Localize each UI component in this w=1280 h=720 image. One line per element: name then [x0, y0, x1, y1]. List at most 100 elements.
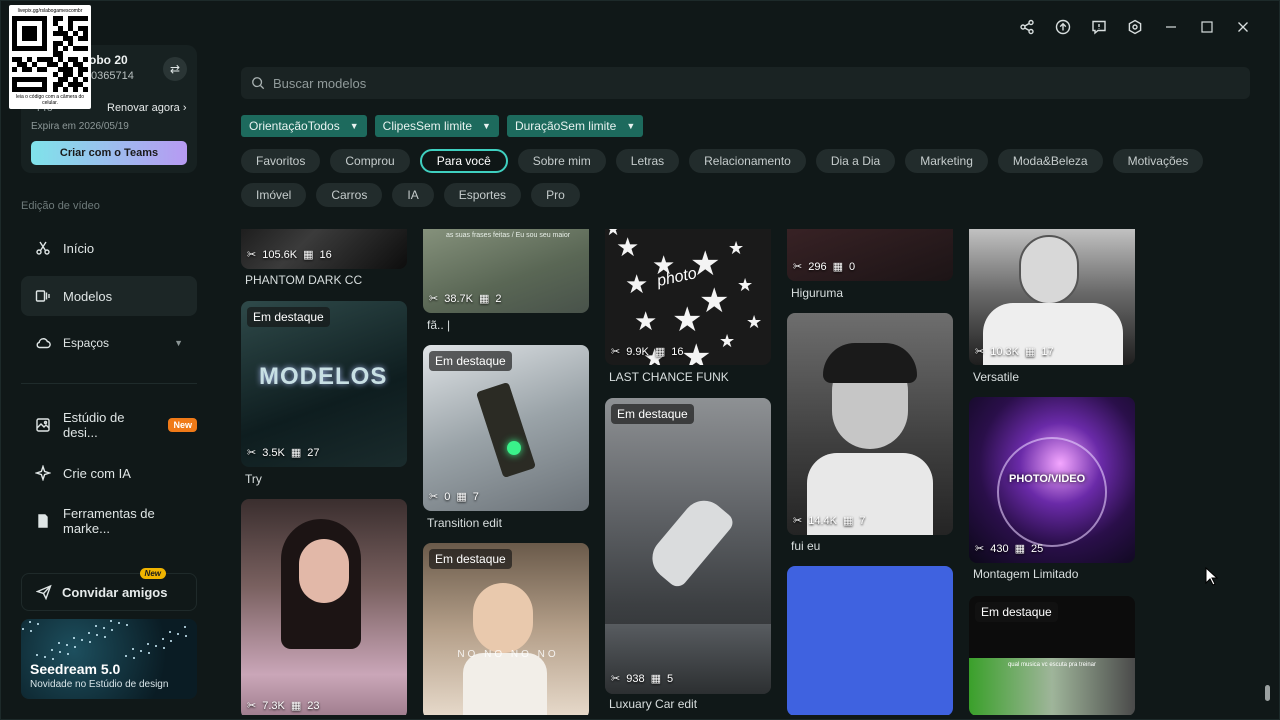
template-thumbnail[interactable]: Em destaque — [605, 398, 771, 694]
template-title: fã.. | — [427, 318, 451, 332]
renew-label: Renovar agora — [107, 102, 180, 114]
template-title: Luxuary Car edit — [609, 697, 698, 711]
clips-icon: ▦ — [290, 700, 302, 712]
category-chip[interactable]: Favoritos — [241, 149, 321, 173]
template-thumbnail[interactable] — [787, 566, 953, 715]
orientation-filter[interactable]: OrientaçãoTodos ▼ — [241, 115, 367, 137]
category-chip[interactable]: Carros — [316, 183, 383, 207]
search-input[interactable] — [273, 75, 1173, 91]
cloud-icon — [36, 338, 51, 349]
create-with-teams-button[interactable]: Criar com o Teams — [31, 141, 187, 165]
featured-badge: Em destaque — [975, 602, 1058, 622]
scrollbar-thumb[interactable] — [1265, 685, 1270, 701]
mouse-cursor-icon — [1205, 567, 1219, 586]
settings-icon[interactable] — [1117, 15, 1153, 39]
thumbnail-overlay-text: PHOTO/VIDEO — [1009, 473, 1086, 485]
thumbnail-overlay-text: NO NO NO NO — [457, 649, 559, 660]
category-chip[interactable]: Moda&Beleza — [997, 149, 1103, 173]
share-icon[interactable] — [1009, 15, 1045, 39]
feedback-icon[interactable] — [1081, 15, 1117, 39]
chevron-down-icon[interactable]: ▼ — [174, 338, 183, 348]
category-chip[interactable]: Esportes — [443, 183, 522, 207]
template-title: Transition edit — [427, 516, 502, 530]
seedream-promo-banner[interactable]: Seedream 5.0 Novidade no Estúdio de desi… — [21, 619, 197, 699]
template-thumbnail[interactable] — [787, 313, 953, 535]
template-thumbnail[interactable]: NO NO NO NO Em destaque — [423, 543, 589, 715]
sidebar-item-home[interactable]: Início — [21, 228, 197, 268]
clips-icon: ▦ — [654, 346, 666, 358]
renew-link[interactable]: Renovar agora › — [107, 102, 187, 114]
template-thumbnail[interactable]: qual musica vc escuta pra treinar Em des… — [969, 596, 1135, 715]
thumbnail-overlay-text: qual musica vc escuta pra treinar — [1007, 662, 1097, 668]
qr-code-icon — [12, 16, 88, 92]
template-stats: ✂ 38.7K ▦ 2 — [429, 292, 502, 306]
qr-caption: leia o código com a câmera do celular. — [15, 94, 85, 106]
switch-account-icon[interactable]: ⇄ — [163, 57, 187, 81]
category-chip[interactable]: IA — [392, 183, 434, 207]
featured-badge: Em destaque — [611, 404, 694, 424]
duration-filter[interactable]: DuraçãoSem limite ▼ — [506, 115, 644, 137]
template-stats: ✂ 9.9K ▦ 16 — [611, 345, 684, 359]
minimize-icon[interactable] — [1153, 15, 1189, 39]
close-icon[interactable] — [1225, 15, 1261, 39]
clips-icon: ▦ — [478, 293, 490, 305]
template-title: fui eu — [791, 539, 821, 553]
sidebar-item-label: Início — [63, 240, 95, 256]
template-thumbnail[interactable]: Em destaque — [423, 345, 589, 511]
new-badge: New — [139, 568, 166, 579]
search-bar[interactable] — [241, 67, 1250, 99]
sidebar-item-templates[interactable]: Modelos — [21, 276, 197, 316]
filter-label: OrientaçãoTodos — [249, 119, 340, 133]
template-thumbnail[interactable]: PHOTO/VIDEO — [969, 397, 1135, 563]
uses-icon: ✂ — [975, 543, 985, 555]
uses-icon: ✂ — [247, 249, 257, 261]
category-chip[interactable]: Sobre mim — [517, 149, 606, 173]
divider — [21, 383, 197, 384]
sidebar-item-spaces[interactable]: Espaços ▼ — [21, 323, 197, 363]
thumbnail-overlay-text: MODELOS — [259, 363, 388, 390]
send-icon — [36, 584, 52, 600]
template-title: LAST CHANCE FUNK — [609, 370, 729, 384]
filter-label: DuraçãoSem limite — [514, 119, 617, 133]
sidebar-item-create-with-ai[interactable]: Crie com IA — [21, 453, 197, 493]
template-thumbnail[interactable] — [787, 229, 953, 281]
uses-icon: ✂ — [611, 673, 621, 685]
design-studio-icon — [36, 418, 50, 432]
category-chip[interactable]: Relacionamento — [689, 149, 806, 173]
sidebar-item-label: Ferramentas de marke... — [63, 506, 155, 536]
template-stats: ✂ 938 ▦ 5 — [611, 672, 674, 686]
template-thumbnail[interactable]: MODELOS Em destaque — [241, 301, 407, 467]
template-title: Try — [245, 472, 262, 486]
category-chip[interactable]: Marketing — [905, 149, 988, 173]
clips-icon: ▦ — [456, 491, 467, 503]
thumbnail-overlay-text: as suas frases feitas / Eu sou seu maior — [445, 232, 571, 239]
category-chip[interactable]: Para você — [419, 149, 508, 173]
category-chip[interactable]: Comprou — [330, 149, 410, 173]
upload-icon[interactable] — [1045, 15, 1081, 39]
clips-icon: ▦ — [650, 673, 661, 685]
category-chip[interactable]: Imóvel — [241, 183, 307, 207]
qr-url: livepix.gg/rslabogamescombr — [17, 8, 83, 14]
template-thumbnail[interactable] — [241, 499, 407, 715]
uses-icon: ✂ — [611, 346, 621, 358]
uses-icon: ✂ — [247, 700, 257, 712]
clips-filter[interactable]: ClipesSem limite ▼ — [374, 115, 499, 137]
category-chip[interactable]: Letras — [615, 149, 680, 173]
template-title: PHANTOM DARK CC — [245, 273, 363, 287]
filter-label: ClipesSem limite — [382, 119, 473, 133]
search-icon — [252, 77, 265, 90]
clips-icon: ▦ — [832, 261, 843, 273]
sidebar-item-marketing-tools[interactable]: Ferramentas de marke... — [21, 501, 197, 541]
sparkle-icon — [35, 465, 51, 481]
category-chip[interactable]: Pro — [531, 183, 580, 207]
section-label-video-editing: Edição de vídeo — [21, 200, 100, 212]
promo-title: Seedream 5.0 — [30, 661, 121, 677]
featured-badge: Em destaque — [247, 307, 330, 327]
sidebar-item-design-studio[interactable]: Estúdio de desi... New — [21, 405, 197, 445]
maximize-icon[interactable] — [1189, 15, 1225, 39]
category-chip[interactable]: Motivações — [1112, 149, 1204, 173]
invite-friends-button[interactable]: Convidar amigos New — [21, 568, 197, 611]
template-grid: ✂ 105.6K ▦ 16 PHANTOM DARK CC MODELOS Em de… — [241, 229, 1141, 715]
category-chip[interactable]: Dia a Dia — [815, 149, 896, 173]
uses-icon: ✂ — [975, 346, 985, 358]
